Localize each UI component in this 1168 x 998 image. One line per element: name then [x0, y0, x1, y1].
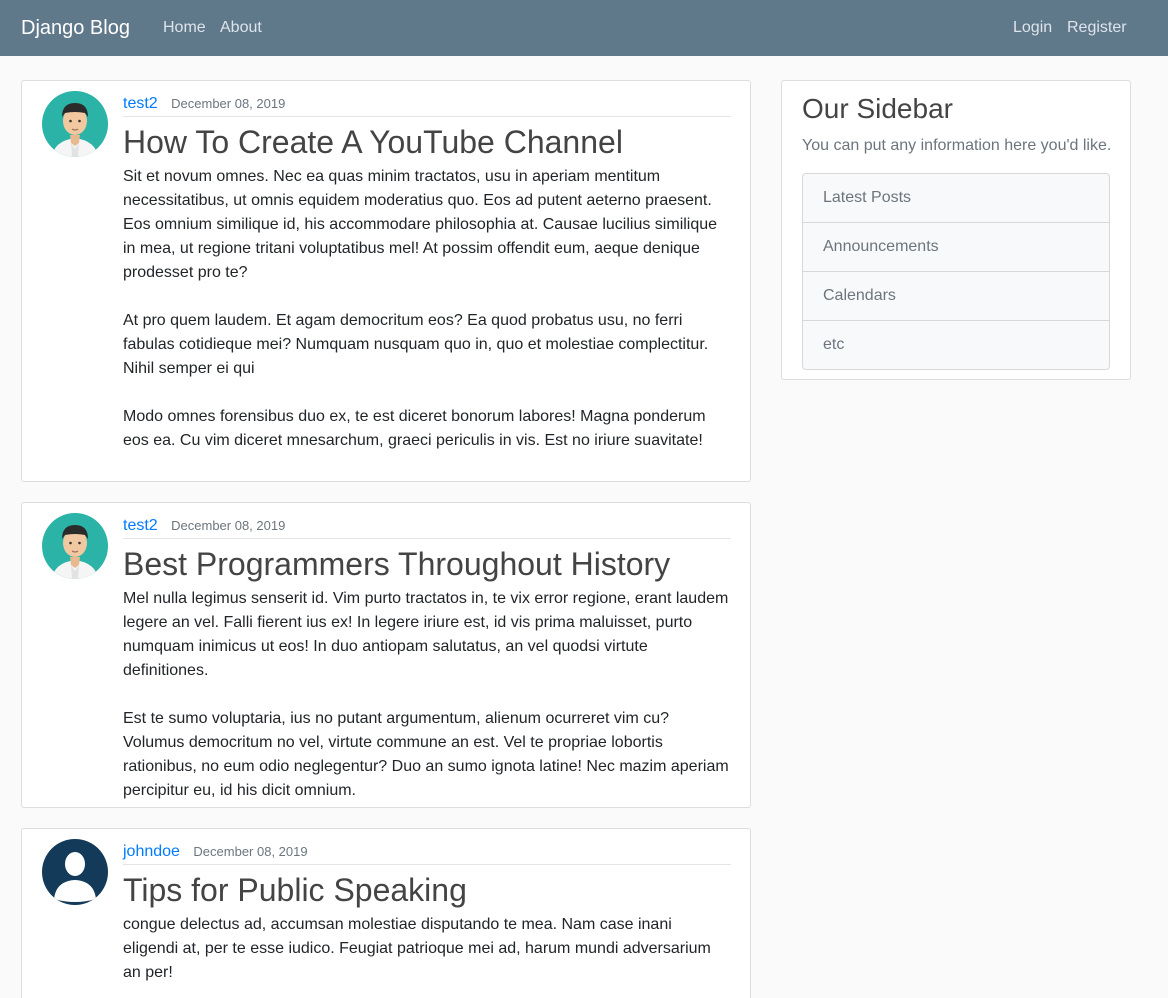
default-user-icon — [42, 839, 108, 905]
male-avatar-icon — [42, 91, 108, 157]
brand-link[interactable]: Django Blog — [21, 16, 130, 40]
post-author-link[interactable]: test2 — [123, 95, 158, 112]
post-card: johndoe December 08, 2019 Tips for Publi… — [21, 828, 751, 998]
sidebar: Our Sidebar You can put any information … — [781, 80, 1131, 380]
sidebar-item-latest-posts[interactable]: Latest Posts — [803, 174, 1109, 223]
navbar: Django Blog Home About Login Register — [0, 0, 1168, 56]
male-avatar-icon — [42, 513, 108, 579]
sidebar-item-announcements[interactable]: Announcements — [803, 223, 1109, 272]
post-meta: test2 December 08, 2019 — [123, 516, 731, 539]
nav-about-link[interactable]: About — [220, 18, 262, 38]
nav-register-link[interactable]: Register — [1067, 18, 1127, 38]
post-title-link[interactable]: Tips for Public Speaking — [123, 870, 731, 910]
sidebar-item-etc[interactable]: etc — [803, 321, 1109, 369]
post-title-link[interactable]: Best Programmers Throughout History — [123, 544, 731, 584]
nav-home-link[interactable]: Home — [163, 18, 206, 38]
sidebar-description: You can put any information here you'd l… — [802, 137, 1112, 154]
post-date: December 08, 2019 — [171, 96, 286, 111]
post-card: test2 December 08, 2019 How To Create A … — [21, 80, 751, 482]
post-title-link[interactable]: How To Create A YouTube Channel — [123, 122, 731, 162]
nav-login-link[interactable]: Login — [1013, 18, 1052, 38]
sidebar-item-calendars[interactable]: Calendars — [803, 272, 1109, 321]
sidebar-title: Our Sidebar — [802, 93, 953, 124]
post-content: Mel nulla legimus senserit id. Vim purto… — [123, 590, 729, 799]
post-date: December 08, 2019 — [171, 518, 286, 533]
post-author-link[interactable]: johndoe — [123, 843, 180, 860]
post-content: congue delectus ad, accumsan molestiae d… — [123, 916, 716, 981]
post-card: test2 December 08, 2019 Best Programmers… — [21, 502, 751, 808]
post-meta: johndoe December 08, 2019 — [123, 842, 731, 865]
post-meta: test2 December 08, 2019 — [123, 94, 731, 117]
post-author-link[interactable]: test2 — [123, 517, 158, 534]
post-content: Sit et novum omnes. Nec ea quas minim tr… — [123, 168, 718, 449]
sidebar-list: Latest Posts Announcements Calendars etc — [802, 173, 1110, 370]
post-date: December 08, 2019 — [193, 844, 308, 859]
